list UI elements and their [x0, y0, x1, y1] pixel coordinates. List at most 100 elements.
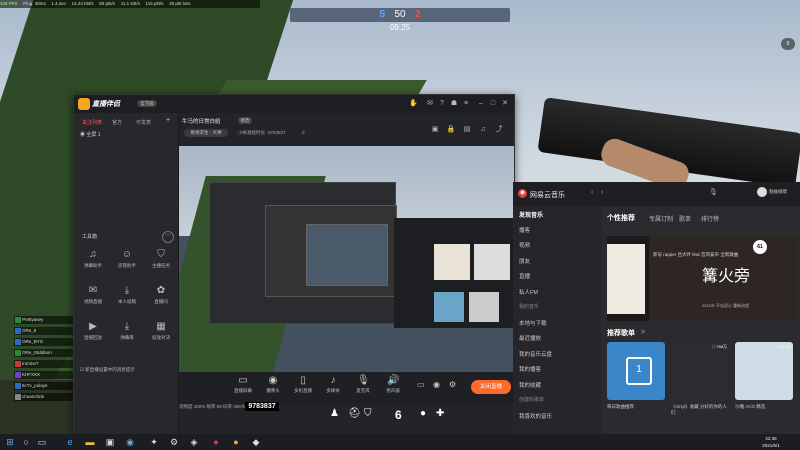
- music-sidebar-item[interactable]: 朋友: [519, 257, 599, 267]
- playlist-card[interactable]: 1 每日歌曲推荐: [607, 342, 665, 409]
- tab-chart[interactable]: 排行榜: [701, 214, 719, 223]
- menu-icon[interactable]: ≡: [462, 100, 470, 108]
- music-sidebar-item[interactable]: 私人FM: [519, 288, 599, 298]
- app-icon[interactable]: ◉: [124, 436, 136, 448]
- mic-icon: 🎙: [357, 375, 370, 386]
- source-button[interactable]: 🔊 扬声器: [379, 375, 407, 401]
- task-view-icon[interactable]: ▭: [36, 436, 48, 448]
- avatar[interactable]: [757, 187, 767, 197]
- scene-list-item[interactable]: ◉ 全屏 1: [80, 131, 172, 141]
- app-icon-3[interactable]: ◆: [250, 436, 262, 448]
- toolbox-item[interactable]: ♫ 弹幕助手: [78, 249, 108, 277]
- playlist-card[interactable]: ▷219万 沙雕 ACG 精选: [735, 342, 793, 409]
- source-button[interactable]: ▭ 直播屏幕: [229, 375, 257, 401]
- share-icon[interactable]: ⤴: [494, 125, 504, 135]
- phone-icon: ▯: [300, 375, 306, 386]
- lock-icon[interactable]: 🔒: [446, 125, 456, 135]
- steam-icon[interactable]: ⚙: [168, 436, 180, 448]
- camera-toggle-icon[interactable]: ▭: [417, 380, 427, 390]
- playlist-card[interactable]: ▷788万 《Vinyl》收藏 分好的你的人们: [671, 342, 729, 415]
- tab-publishable[interactable]: 可发表: [136, 119, 151, 127]
- toolbox-more-button[interactable]: ⋯: [162, 231, 174, 243]
- toolbox-item[interactable]: ⤓ 弹幕库: [112, 321, 142, 349]
- med-icon: ✚: [436, 408, 445, 419]
- shirt-icon[interactable]: ☗: [450, 100, 458, 108]
- layout-icon[interactable]: ▤: [462, 125, 472, 135]
- chevron-right-icon[interactable]: >: [641, 329, 645, 336]
- banner-subtitle: 2021年 不忘初心 重新启程: [702, 303, 750, 308]
- system-clock[interactable]: 22:38 2021/6/1: [748, 435, 794, 449]
- tab-recommend[interactable]: 个性推荐: [607, 213, 635, 223]
- help-icon[interactable]: ?: [438, 100, 446, 108]
- toolbox-item[interactable]: ✿ 直播间: [146, 285, 176, 313]
- edge-icon[interactable]: e: [64, 436, 76, 448]
- user-name[interactable]: 粘碰碰嗯: [769, 189, 800, 199]
- folder-icon[interactable]: ▬: [84, 436, 96, 448]
- add-tab-button[interactable]: +: [166, 117, 170, 125]
- windows-start-icon[interactable]: ⊞: [4, 436, 16, 448]
- tab-playlist[interactable]: 歌单: [679, 214, 691, 223]
- forward-icon[interactable]: ›: [601, 189, 603, 196]
- music-sidebar-item[interactable]: 直播: [519, 272, 599, 282]
- scene-label: 全屏 1: [86, 132, 101, 138]
- score-ct: 5: [379, 9, 385, 20]
- music-sidebar-item[interactable]: 最近播放: [519, 334, 599, 344]
- maximize-icon[interactable]: □: [489, 100, 497, 108]
- room-title: 牛马的日常白给: [182, 119, 221, 125]
- back-icon[interactable]: ‹: [591, 189, 593, 196]
- netease-taskbar-icon[interactable]: ●: [210, 436, 222, 448]
- music-sidebar-item[interactable]: 播客: [519, 226, 599, 236]
- source-label: 直播屏幕: [234, 388, 252, 393]
- tab-follow[interactable]: 关注列表: [82, 119, 102, 127]
- message-icon[interactable]: ✉: [426, 100, 434, 108]
- room-category[interactable]: 绝地求生 - 大神: [184, 129, 228, 137]
- room-edit-button[interactable]: 修改: [238, 117, 252, 124]
- promo-banner[interactable]: 新号 rapper 吕大叶 feat 宫风安声 全新歌曲 篝火旁 2021年 不…: [607, 236, 798, 321]
- banner-badge[interactable]: 61: [753, 240, 767, 254]
- toolbox-item[interactable]: ✉ 视频直播: [78, 285, 108, 313]
- notify-checkbox[interactable]: ☑ 新直播设置中的消息提示: [80, 367, 176, 375]
- toolbox-item[interactable]: ⤓ 本人投稿: [112, 285, 142, 313]
- tab-custom[interactable]: 专属订制: [649, 214, 673, 223]
- tab-official[interactable]: 官方: [112, 119, 122, 127]
- toolbox-item[interactable]: ▦ 投放对决: [146, 321, 176, 349]
- store-icon[interactable]: ▣: [104, 436, 116, 448]
- toolbox-item[interactable]: ▶ 直播回放: [78, 321, 108, 349]
- source-button[interactable]: ▯ 多机直播: [289, 375, 317, 401]
- record-icon[interactable]: ▣: [430, 125, 440, 135]
- stream-version-badge[interactable]: 官方版: [137, 100, 157, 107]
- mic-icon[interactable]: 🎙: [709, 188, 718, 196]
- source-label: 扬声器: [386, 388, 400, 393]
- music-titlebar[interactable]: ◉ 网易云音乐 ‹ › 🎙 粘碰碰嗯: [513, 182, 800, 206]
- music-sidebar-item[interactable]: 我的音乐云盘: [519, 350, 599, 360]
- stream-preview[interactable]: [179, 146, 514, 372]
- toolbox-item-label: 房管助手: [118, 263, 136, 268]
- play-count: ▷219万: [776, 344, 791, 349]
- bell-icon[interactable]: ♫: [478, 125, 488, 135]
- music-sidebar-item[interactable]: 我喜欢的音乐: [519, 412, 599, 422]
- source-button[interactable]: ◉ 摄像头: [259, 375, 287, 401]
- section-title[interactable]: 推荐歌单: [607, 328, 635, 338]
- search-icon[interactable]: ○: [20, 436, 32, 448]
- close-icon[interactable]: ✕: [501, 100, 509, 108]
- hand-icon[interactable]: ✋: [409, 100, 418, 108]
- toolbox-item[interactable]: ⛉ 主播任务: [146, 249, 176, 277]
- music-sidebar-item[interactable]: 我的收藏: [519, 381, 599, 391]
- music-sidebar-item[interactable]: 视频: [519, 241, 599, 251]
- app-icon-2[interactable]: ◈: [188, 436, 200, 448]
- music-app-window: ◉ 网易云音乐 ‹ › 🎙 粘碰碰嗯 发现音乐 播客 视频 朋友 直播 私人FM 我的音乐本…: [513, 182, 800, 434]
- stream-taskbar-icon[interactable]: ●: [230, 436, 242, 448]
- stop-live-button[interactable]: 关闭直播: [471, 380, 511, 394]
- minimize-icon[interactable]: –: [477, 100, 485, 108]
- toolbox-item-label: 弹幕库: [120, 335, 134, 340]
- settings-icon[interactable]: ⚙: [449, 380, 459, 390]
- music-sidebar-item[interactable]: 发现音乐: [519, 210, 599, 220]
- tencent-icon[interactable]: ✦: [148, 436, 160, 448]
- source-button[interactable]: ♪ 多媒体: [319, 375, 347, 401]
- stream-titlebar[interactable]: 直播伴侣 官方版 ✋ ✉ ? ☗ ≡ – □ ✕: [74, 95, 514, 113]
- source-button[interactable]: 🎙 麦克风: [349, 375, 377, 401]
- music-sidebar-item[interactable]: 本地与下载: [519, 319, 599, 329]
- eye-icon[interactable]: ◉: [433, 380, 443, 390]
- music-sidebar-item[interactable]: 我的播客: [519, 365, 599, 375]
- toolbox-item[interactable]: ☺ 房管助手: [112, 249, 142, 277]
